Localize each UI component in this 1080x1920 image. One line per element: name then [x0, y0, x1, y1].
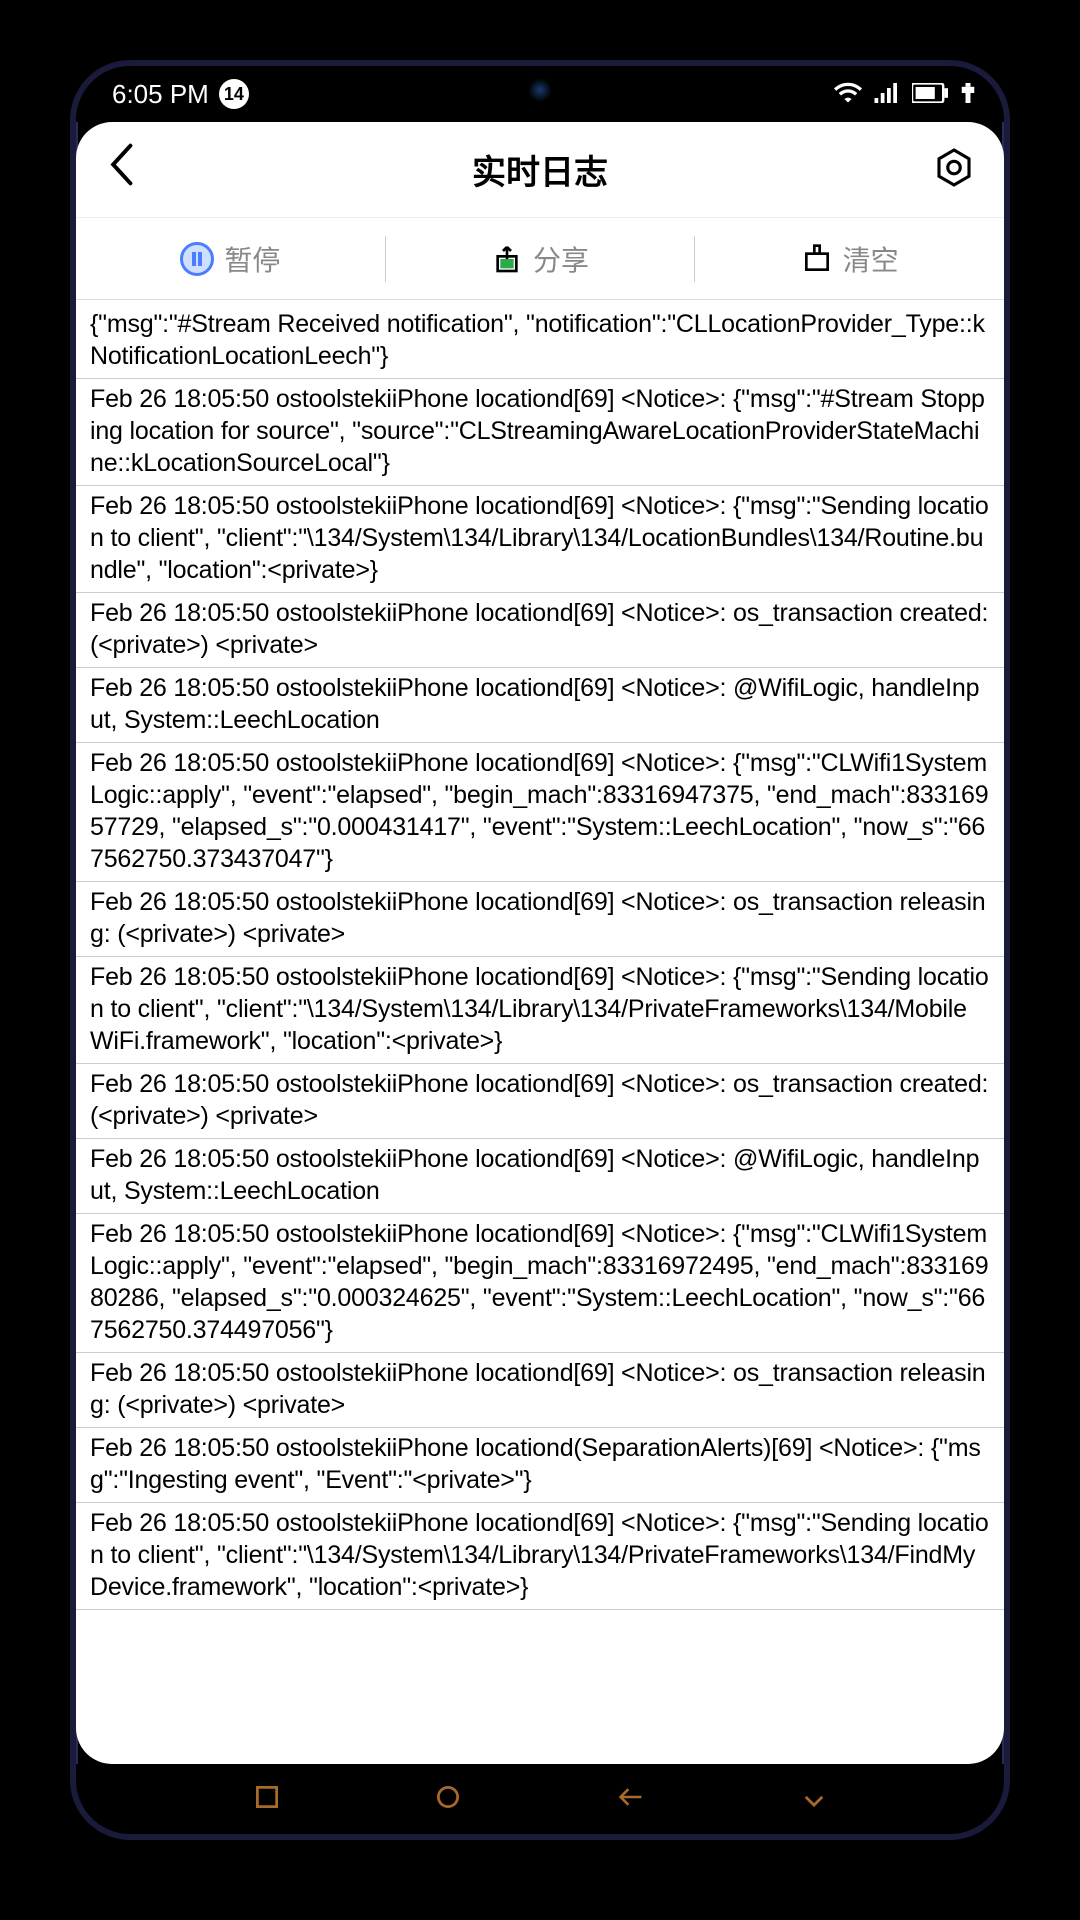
- status-time: 6:05 PM: [112, 79, 209, 110]
- title-bar: 实时日志: [76, 122, 1004, 218]
- share-label: 分享: [533, 239, 589, 279]
- log-row[interactable]: Feb 26 18:05:50 ostoolstekiiPhone locati…: [76, 379, 1004, 486]
- share-icon: [491, 243, 523, 275]
- back-nav-button[interactable]: [598, 1774, 664, 1825]
- log-row[interactable]: Feb 26 18:05:50 ostoolstekiiPhone locati…: [76, 1214, 1004, 1353]
- battery-icon: [912, 79, 948, 110]
- log-list[interactable]: {"msg":"#Stream Received notification", …: [76, 300, 1004, 1764]
- pause-label: 暂停: [224, 239, 280, 279]
- android-nav-bar: [76, 1764, 1004, 1834]
- log-row[interactable]: Feb 26 18:05:50 ostoolstekiiPhone locati…: [76, 743, 1004, 882]
- phone-body: 6:05 PM 14: [70, 60, 1010, 1840]
- log-row[interactable]: Feb 26 18:05:50 ostoolstekiiPhone locati…: [76, 1353, 1004, 1428]
- camera-notch: [526, 76, 554, 104]
- wifi-icon: [834, 79, 862, 110]
- log-row[interactable]: Feb 26 18:05:50 ostoolstekiiPhone locati…: [76, 1428, 1004, 1503]
- back-button[interactable]: [100, 134, 142, 205]
- log-row[interactable]: Feb 26 18:05:50 ostoolstekiiPhone locati…: [76, 486, 1004, 593]
- log-row[interactable]: Feb 26 18:05:50 ostoolstekiiPhone locati…: [76, 1064, 1004, 1139]
- log-row[interactable]: Feb 26 18:05:50 ostoolstekiiPhone locati…: [76, 593, 1004, 668]
- log-row[interactable]: Feb 26 18:05:50 ostoolstekiiPhone locati…: [76, 882, 1004, 957]
- log-row[interactable]: Feb 26 18:05:50 ostoolstekiiPhone locati…: [76, 1503, 1004, 1610]
- charging-icon: [960, 79, 976, 110]
- log-row[interactable]: {"msg":"#Stream Received notification", …: [76, 300, 1004, 379]
- pause-button[interactable]: 暂停: [76, 239, 385, 279]
- app-area: 实时日志 暂停 分享: [76, 122, 1004, 1764]
- pause-icon: [180, 242, 214, 276]
- share-button[interactable]: 分享: [385, 236, 695, 282]
- clear-icon: [801, 243, 833, 275]
- log-row[interactable]: Feb 26 18:05:50 ostoolstekiiPhone locati…: [76, 1139, 1004, 1214]
- log-row[interactable]: Feb 26 18:05:50 ostoolstekiiPhone locati…: [76, 957, 1004, 1064]
- page-title: 实时日志: [472, 145, 608, 194]
- home-button[interactable]: [417, 1774, 479, 1825]
- signal-icon: [874, 79, 900, 110]
- action-bar: 暂停 分享 清空: [76, 218, 1004, 300]
- settings-button[interactable]: [928, 141, 980, 198]
- dropdown-nav-button[interactable]: [783, 1774, 845, 1825]
- log-row[interactable]: Feb 26 18:05:50 ostoolstekiiPhone locati…: [76, 668, 1004, 743]
- clear-label: 清空: [843, 239, 899, 279]
- recents-button[interactable]: [236, 1774, 298, 1825]
- phone-frame: 6:05 PM 14: [0, 0, 1080, 1920]
- notification-count-badge: 14: [219, 79, 249, 109]
- clear-button[interactable]: 清空: [694, 236, 1004, 282]
